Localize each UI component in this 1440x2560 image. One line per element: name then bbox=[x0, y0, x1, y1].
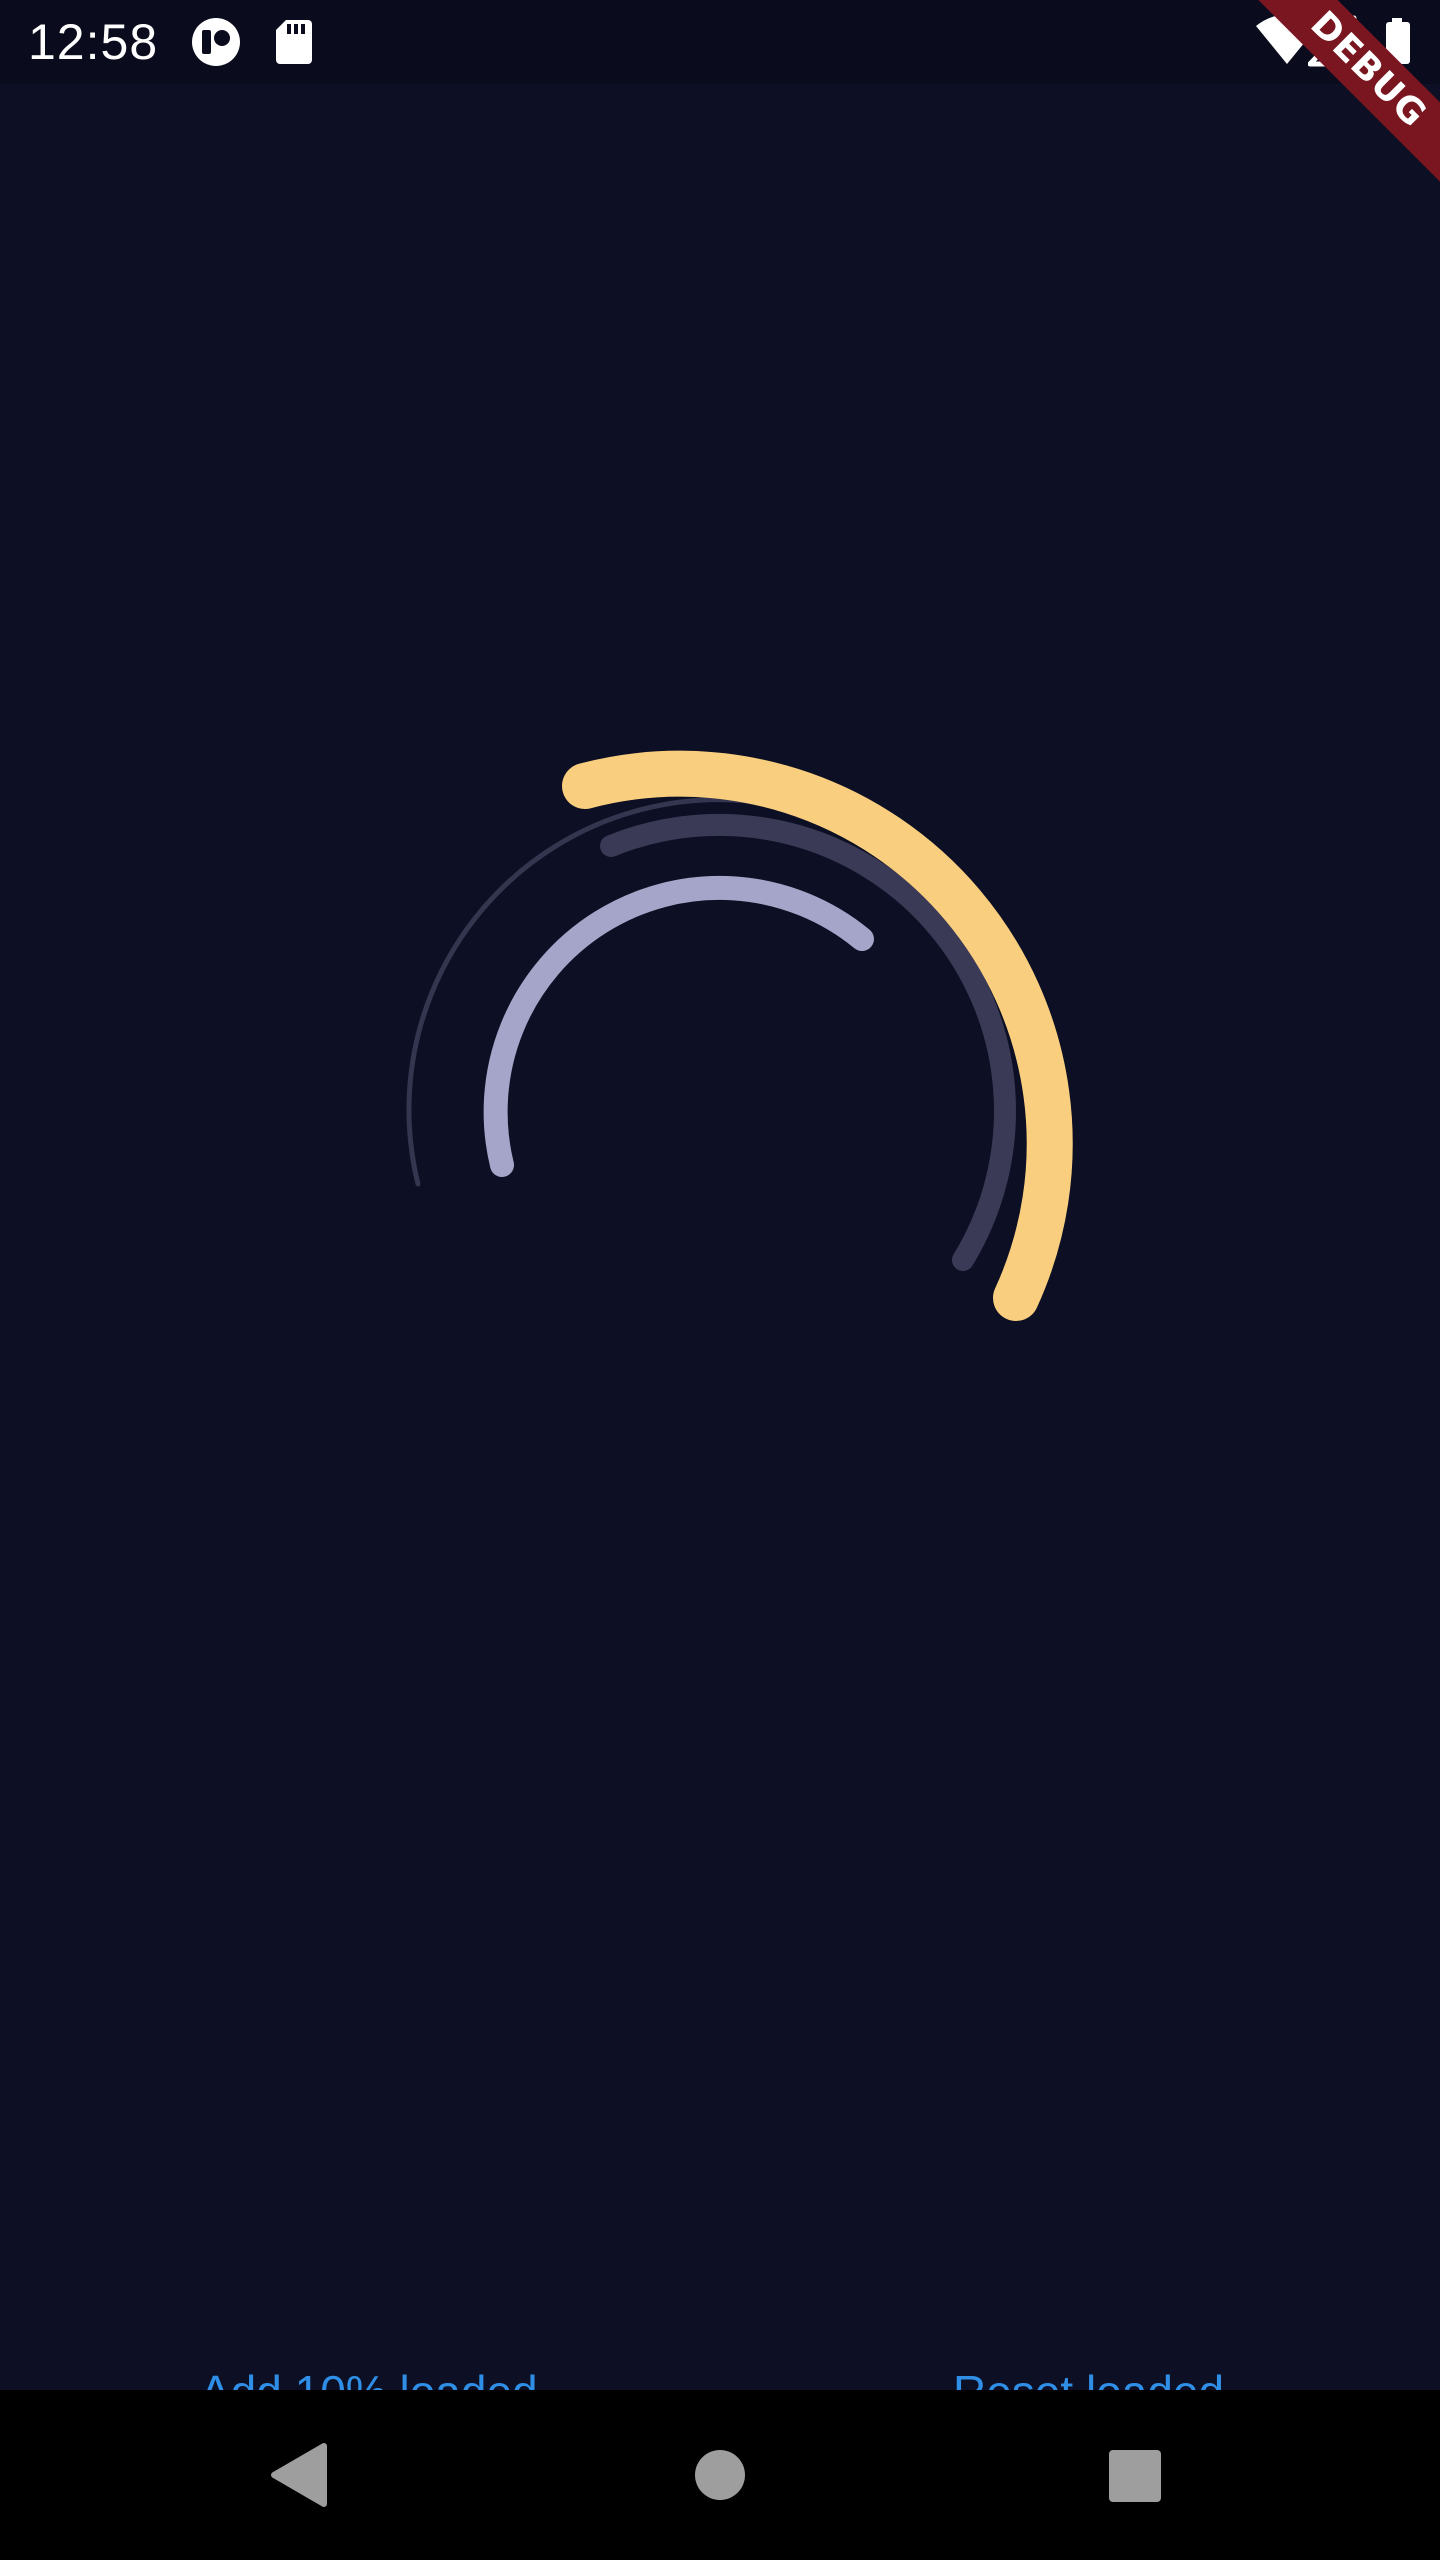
inner-progress-arc bbox=[483, 875, 874, 1177]
back-icon[interactable] bbox=[220, 2390, 380, 2560]
status-bar: 12:58 bbox=[0, 0, 1440, 84]
nav-bar bbox=[0, 2390, 1440, 2560]
battery-icon bbox=[1386, 18, 1410, 64]
sd-card-icon bbox=[276, 20, 312, 64]
status-time: 12:58 bbox=[28, 14, 159, 70]
home-icon[interactable] bbox=[640, 2390, 800, 2560]
cell-signal-icon bbox=[1308, 15, 1357, 67]
progress-indicator bbox=[406, 750, 1073, 1321]
recents-icon[interactable] bbox=[1054, 2390, 1214, 2560]
app-notification-icon bbox=[192, 18, 240, 66]
main-content: Add 10% loaded Reset loaded bbox=[0, 84, 1440, 2418]
